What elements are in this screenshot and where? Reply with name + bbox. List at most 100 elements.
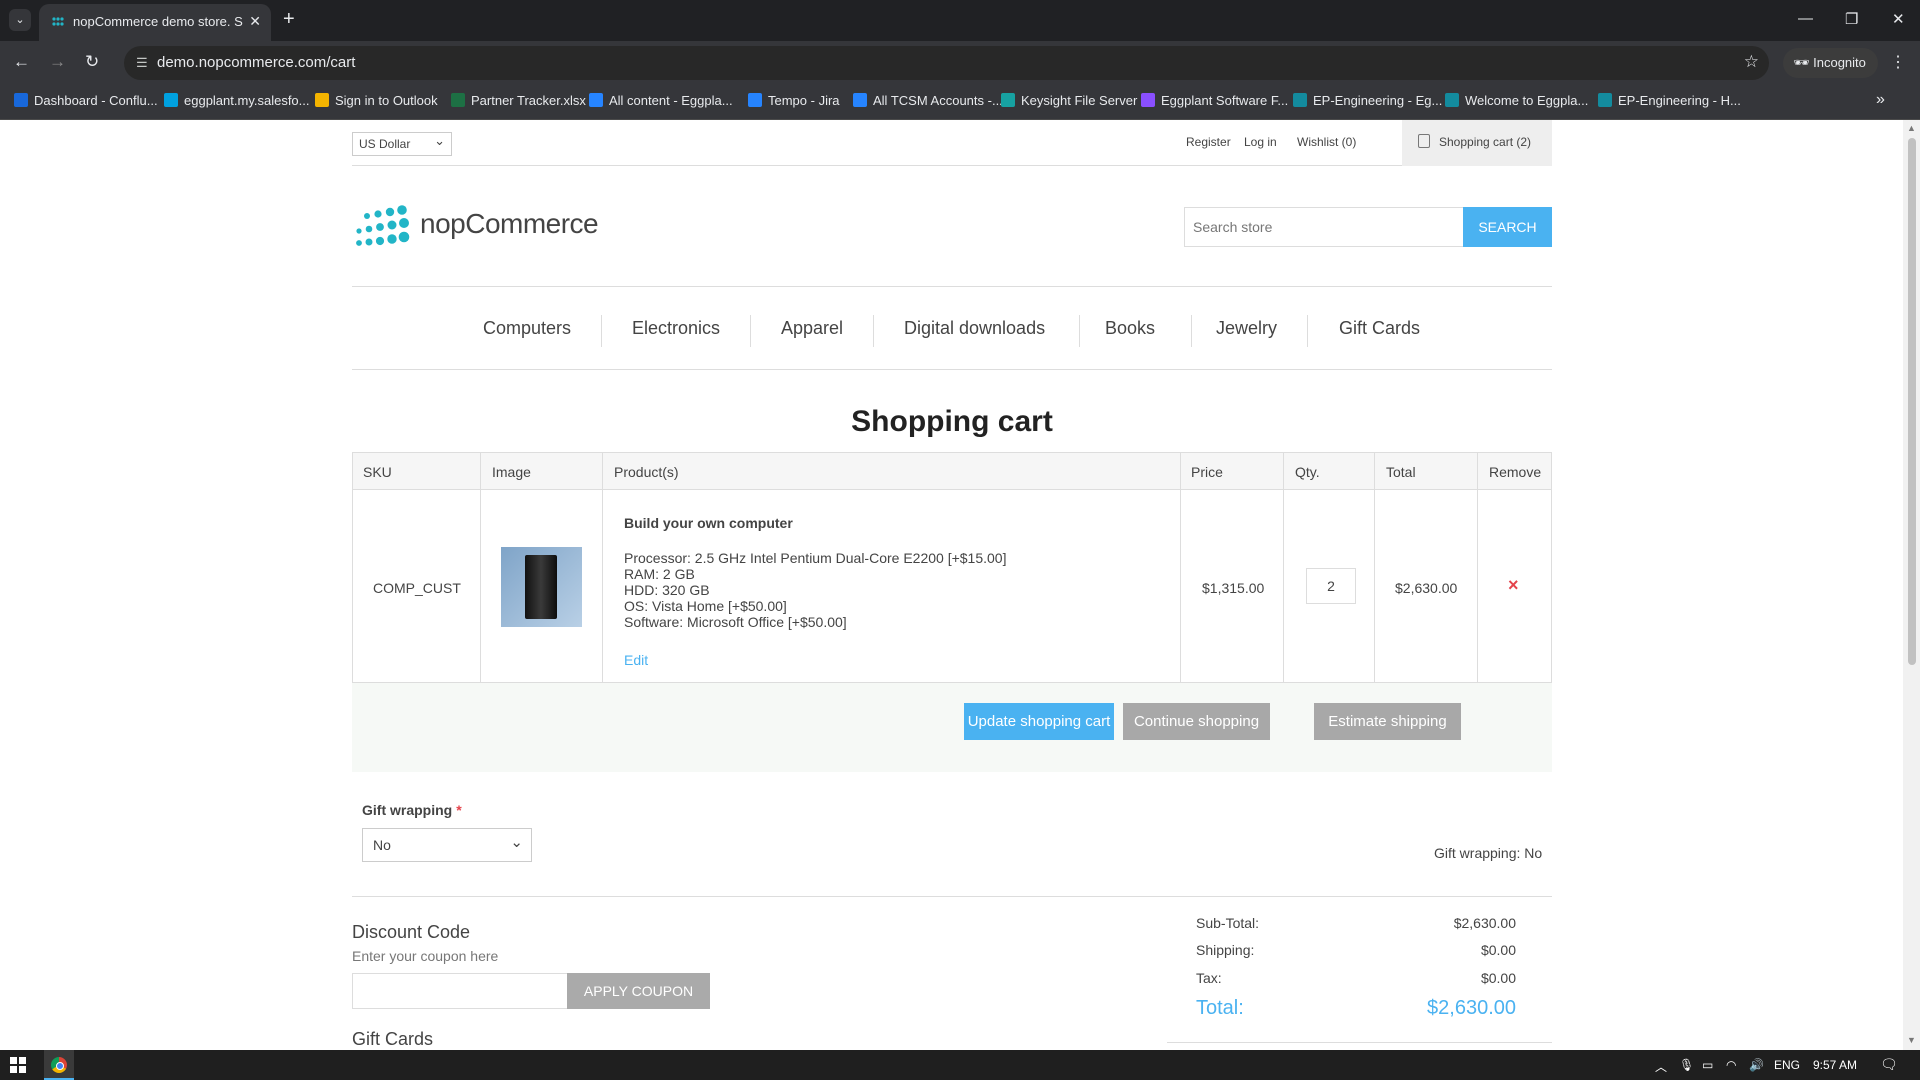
menu-separator <box>1079 315 1080 347</box>
product-attribute: HDD: 320 GB <box>624 582 710 598</box>
wifi-icon[interactable]: ◠ <box>1726 1058 1736 1072</box>
store-logo[interactable]: nopCommerce <box>354 204 604 246</box>
login-link[interactable]: Log in <box>1244 135 1277 149</box>
menu-item-electronics[interactable]: Electronics <box>632 318 720 339</box>
discount-code-input[interactable] <box>352 973 568 1009</box>
product-attribute: RAM: 2 GB <box>624 566 695 582</box>
gift-cards-title: Gift Cards <box>352 1029 434 1049</box>
bookmark-item[interactable]: eggplant.my.salesfo... <box>164 93 310 108</box>
bookmark-label: EP-Engineering - Eg... <box>1313 93 1443 108</box>
bookmark-item[interactable]: All content - Eggpla... <box>589 93 733 108</box>
window-close-icon[interactable]: ✕ <box>1892 10 1905 28</box>
bookmark-favicon-icon <box>853 93 867 107</box>
scrollbar-thumb[interactable] <box>1908 138 1916 665</box>
battery-icon[interactable]: ▭ <box>1702 1058 1713 1072</box>
column-divider <box>480 453 481 682</box>
browser-menu-icon[interactable]: ⋮ <box>1890 52 1906 72</box>
menu-separator <box>601 315 602 347</box>
search-input[interactable]: Search store <box>1184 207 1464 247</box>
clock[interactable]: 9:57 AM <box>1813 1058 1857 1072</box>
search-button[interactable]: SEARCH <box>1463 207 1552 247</box>
bookmark-label: All content - Eggpla... <box>609 93 733 108</box>
shipping-value: $0.00 <box>1480 942 1516 958</box>
chrome-taskbar-button[interactable] <box>44 1050 74 1080</box>
address-bar[interactable]: ☰ demo.nopcommerce.com/cart ☆ <box>124 46 1769 80</box>
tab-close-icon[interactable]: ✕ <box>249 13 261 30</box>
bookmark-item[interactable]: Sign in to Outlook <box>315 93 438 108</box>
bookmark-item[interactable]: Tempo - Jira <box>748 93 840 108</box>
bookmark-label: eggplant.my.salesfo... <box>184 93 310 108</box>
language-indicator[interactable]: ENG <box>1774 1058 1800 1072</box>
bookmark-item[interactable]: Keysight File Server <box>1001 93 1137 108</box>
windows-start-icon[interactable] <box>10 1057 26 1073</box>
incognito-badge[interactable]: 🕶 Incognito <box>1783 48 1878 78</box>
bookmark-item[interactable]: All TCSM Accounts -... <box>853 93 1003 108</box>
menu-item-digital-downloads[interactable]: Digital downloads <box>904 318 1045 339</box>
apply-coupon-button[interactable]: APPLY COUPON <box>567 973 710 1009</box>
bookmark-item[interactable]: EP-Engineering - H... <box>1598 93 1741 108</box>
bookmark-favicon-icon <box>164 93 178 107</box>
remove-item-icon[interactable]: × <box>1508 575 1519 596</box>
bookmark-label: Tempo - Jira <box>768 93 840 108</box>
menu-item-gift-cards[interactable]: Gift Cards <box>1339 318 1420 339</box>
incognito-icon: 🕶 <box>1793 55 1814 70</box>
back-icon[interactable]: ← <box>13 52 30 72</box>
currency-select[interactable]: US Dollar <box>352 132 452 156</box>
reload-icon[interactable]: ↻ <box>85 52 99 72</box>
menu-item-computers[interactable]: Computers <box>483 318 571 339</box>
column-divider <box>602 453 603 682</box>
total-value: $2,630.00 <box>1427 997 1516 1019</box>
bookmark-favicon-icon <box>14 93 28 107</box>
product-name-link[interactable]: Build your own computer <box>624 515 793 531</box>
shopping-cart-link[interactable]: Shopping cart (2) <box>1402 120 1552 166</box>
bookmark-label: Eggplant Software F... <box>1161 93 1289 108</box>
continue-shopping-button[interactable]: Continue shopping <box>1123 703 1270 740</box>
volume-icon[interactable]: 🔊 <box>1749 1058 1764 1072</box>
update-cart-button[interactable]: Update shopping cart <box>964 703 1114 740</box>
bookmark-item[interactable]: Dashboard - Conflu... <box>14 93 158 108</box>
menu-item-books[interactable]: Books <box>1105 318 1155 339</box>
bookmark-item[interactable]: Eggplant Software F... <box>1141 93 1288 108</box>
notifications-icon[interactable]: 🗨 <box>1880 1056 1898 1073</box>
wishlist-link[interactable]: Wishlist (0) <box>1297 135 1356 149</box>
bookmarks-overflow-icon[interactable]: » <box>1876 91 1885 109</box>
tray-chevron-icon[interactable]: ︿ <box>1655 1058 1667 1075</box>
shipping-label: Shipping: <box>1196 942 1255 958</box>
th-sku: SKU <box>363 464 392 480</box>
new-tab-icon[interactable]: + <box>283 8 295 30</box>
bookmarks-bar: » Dashboard - Conflu... eggplant.my.sales… <box>0 84 1920 120</box>
product-attribute: OS: Vista Home [+$50.00] <box>624 598 787 614</box>
totals-divider <box>1167 1042 1552 1043</box>
forward-icon[interactable]: → <box>49 52 66 72</box>
bookmark-item[interactable]: Partner Tracker.xlsx <box>451 93 586 108</box>
nopcommerce-favicon-icon <box>52 17 64 26</box>
bookmark-favicon-icon <box>589 93 603 107</box>
quantity-input[interactable]: 2 <box>1306 568 1356 604</box>
minimize-icon[interactable]: — <box>1798 10 1813 27</box>
scroll-down-icon[interactable]: ▼ <box>1907 1035 1916 1045</box>
column-divider <box>1180 453 1181 682</box>
tab-search-button[interactable]: ⌄ <box>9 9 31 31</box>
browser-tab[interactable]: nopCommerce demo store. Sh ✕ <box>39 4 271 41</box>
logo-text: nopCommerce <box>420 208 599 239</box>
site-info-icon[interactable]: ☰ <box>136 55 152 71</box>
microphone-icon[interactable]: 🎙 <box>1679 1058 1694 1072</box>
menu-item-apparel[interactable]: Apparel <box>781 318 843 339</box>
discount-code-title: Discount Code <box>352 922 471 942</box>
bookmark-favicon-icon <box>451 93 465 107</box>
menu-item-jewelry[interactable]: Jewelry <box>1216 318 1277 339</box>
estimate-shipping-button[interactable]: Estimate shipping <box>1314 703 1461 740</box>
cell-sku: COMP_CUST <box>373 580 461 596</box>
gift-wrapping-select[interactable]: No <box>362 828 532 862</box>
bookmark-favicon-icon <box>1445 93 1459 107</box>
product-image[interactable] <box>501 547 582 627</box>
scroll-up-icon[interactable]: ▲ <box>1907 123 1916 133</box>
edit-link[interactable]: Edit <box>624 652 648 668</box>
restore-icon[interactable]: ❐ <box>1845 10 1858 28</box>
url-text[interactable]: demo.nopcommerce.com/cart <box>157 54 355 71</box>
bookmark-item[interactable]: EP-Engineering - Eg... <box>1293 93 1442 108</box>
bookmark-star-icon[interactable]: ☆ <box>1744 52 1759 72</box>
page-scrollbar[interactable]: ▲ ▼ <box>1903 120 1920 1050</box>
bookmark-item[interactable]: Welcome to Eggpla... <box>1445 93 1588 108</box>
register-link[interactable]: Register <box>1186 135 1231 149</box>
